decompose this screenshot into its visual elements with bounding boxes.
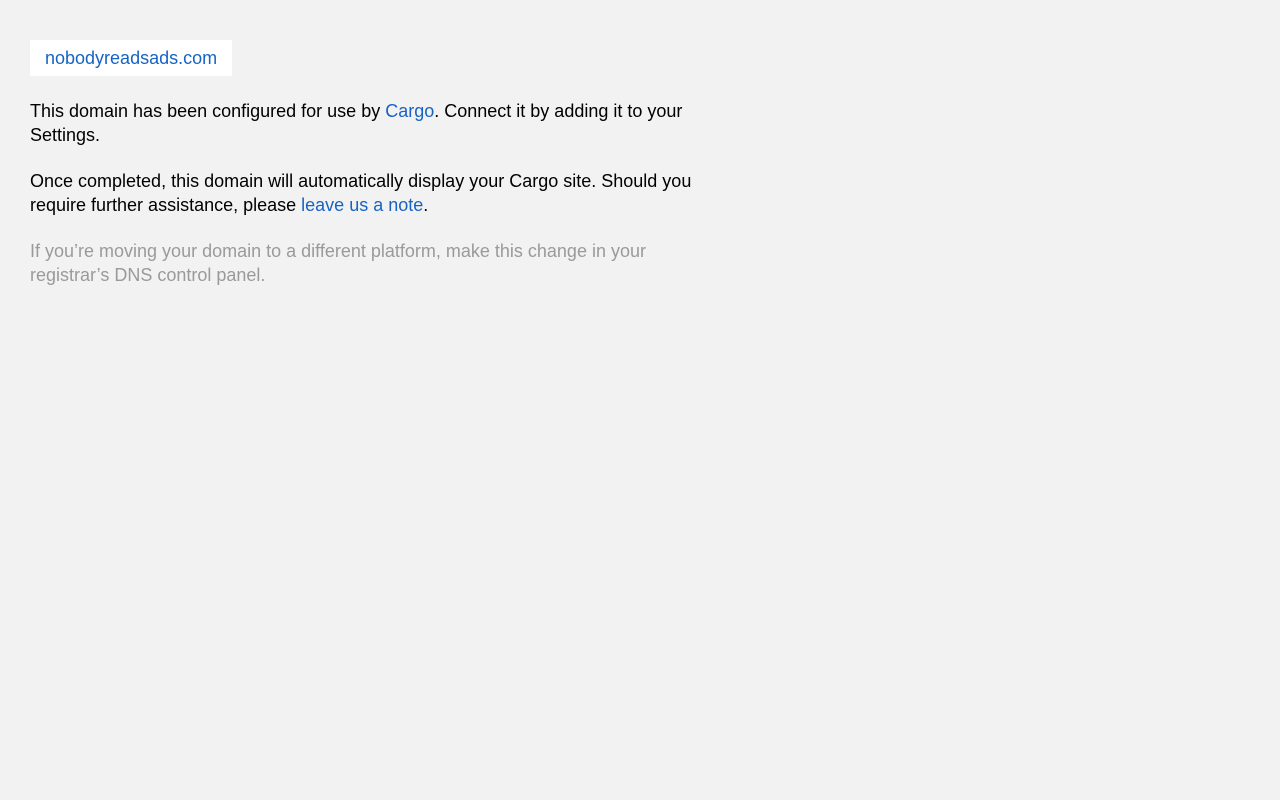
leave-note-link[interactable]: leave us a note [301, 195, 423, 215]
cargo-link[interactable]: Cargo [385, 101, 434, 121]
page-content: nobodyreadsads.com This domain has been … [30, 40, 730, 309]
configured-paragraph: This domain has been configured for use … [30, 99, 730, 147]
dns-note-paragraph: If you’re moving your domain to a differ… [30, 241, 646, 285]
domain-link[interactable]: nobodyreadsads.com [45, 48, 217, 68]
domain-badge: nobodyreadsads.com [30, 40, 233, 76]
assistance-paragraph: Once completed, this domain will automat… [30, 169, 730, 217]
assistance-text-after: . [423, 195, 429, 215]
configured-text-before: This domain has been configured for use … [30, 101, 386, 121]
